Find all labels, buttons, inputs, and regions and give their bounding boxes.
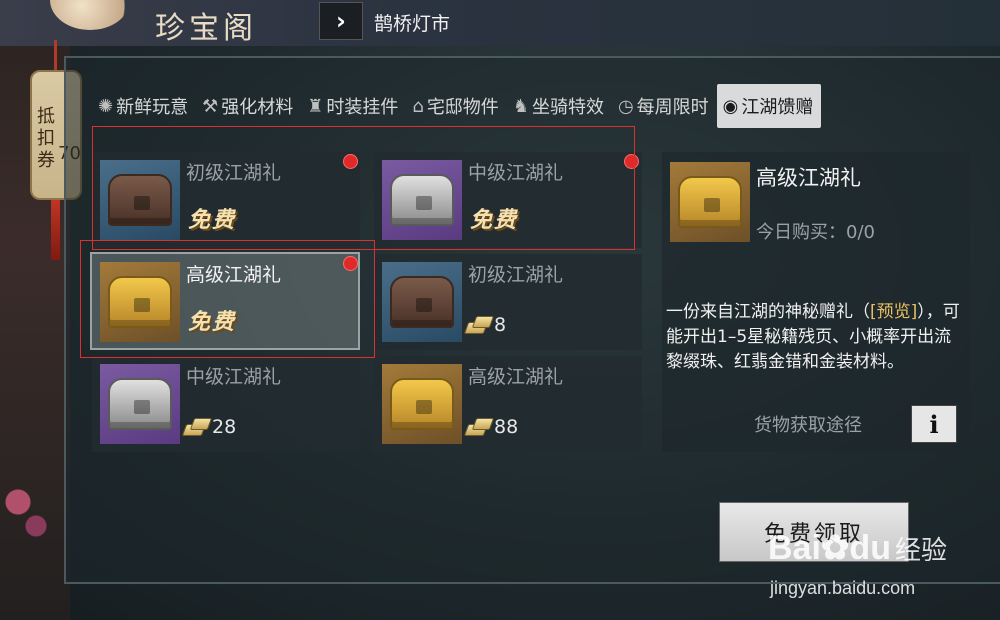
tab-label: 强化材料 bbox=[221, 97, 294, 118]
tab-house[interactable]: ⌂ 宅邸物件 bbox=[406, 84, 506, 128]
page-title: 珍宝阁 bbox=[155, 11, 257, 46]
header-bar bbox=[0, 0, 1000, 46]
robe-icon: ♜ bbox=[307, 95, 324, 117]
tab-label: 每周限时 bbox=[636, 97, 709, 118]
item-name: 初级江湖礼 bbox=[468, 264, 564, 286]
ingot-icon bbox=[184, 418, 210, 436]
tab-label: 新鲜玩意 bbox=[116, 97, 189, 118]
flowers-decoration bbox=[0, 470, 60, 550]
stopwatch-icon: ◷ bbox=[617, 95, 634, 117]
annotation-box bbox=[92, 126, 635, 250]
tab-label: 时装挂件 bbox=[326, 97, 399, 118]
coupon-tassel bbox=[51, 200, 60, 260]
source-label: 货物获取途径 bbox=[754, 415, 862, 436]
tab-gifts[interactable]: ◉ 江湖馈赠 bbox=[716, 84, 822, 128]
tab-fashion[interactable]: ♜ 时装挂件 bbox=[301, 84, 406, 128]
tab-materials[interactable]: ⚒ 强化材料 bbox=[196, 84, 301, 128]
item-name: 中级江湖礼 bbox=[186, 366, 282, 388]
sparkle-icon: ✺ bbox=[98, 95, 114, 117]
chest-icon bbox=[670, 162, 750, 242]
hammer-icon: ⚒ bbox=[202, 95, 219, 117]
house-icon: ⌂ bbox=[412, 95, 424, 117]
tab-new-items[interactable]: ✺ 新鲜玩意 bbox=[92, 84, 196, 128]
chevron-right-icon[interactable]: › bbox=[319, 2, 363, 40]
baidu-watermark: Bai✿du 经验 bbox=[768, 528, 947, 568]
info-button[interactable]: i bbox=[911, 405, 957, 443]
item-card[interactable]: 初级江湖礼 8 bbox=[374, 254, 642, 350]
price-value: 88 bbox=[494, 416, 519, 438]
watermark-logo: Bai bbox=[768, 529, 821, 567]
purchase-count: 今日购买：0/0 bbox=[756, 222, 875, 243]
ingot-icon bbox=[466, 418, 492, 436]
annotation-box bbox=[80, 240, 375, 358]
tab-mount[interactable]: ♞ 坐骑特效 bbox=[507, 84, 612, 128]
item-name: 高级江湖礼 bbox=[468, 366, 564, 388]
chest-icon bbox=[382, 262, 462, 342]
tab-label: 宅邸物件 bbox=[426, 97, 499, 118]
horse-icon: ♞ bbox=[512, 95, 529, 117]
item-price: 88 bbox=[466, 416, 518, 438]
item-price: 28 bbox=[184, 416, 236, 438]
item-description: 一份来自江湖的神秘赠礼（[预览]），可能开出1–5星秘籍残页、小概率开出流黎缀珠… bbox=[666, 300, 966, 375]
coupon-label: 抵扣券 bbox=[37, 106, 55, 171]
ingot-icon bbox=[466, 316, 492, 334]
item-price: 8 bbox=[466, 314, 506, 336]
detail-item-name: 高级江湖礼 bbox=[756, 166, 861, 190]
item-card[interactable]: 高级江湖礼 88 bbox=[374, 356, 642, 452]
chest-icon bbox=[382, 364, 462, 444]
tab-weekly[interactable]: ◷ 每周限时 bbox=[612, 84, 717, 128]
price-value: 8 bbox=[494, 314, 507, 336]
chest-icon bbox=[100, 364, 180, 444]
tab-label: 江湖馈赠 bbox=[741, 97, 814, 118]
watermark-url: jingyan.baidu.com bbox=[770, 578, 916, 598]
desc-text: 一份来自江湖的神秘赠礼（ bbox=[666, 302, 870, 322]
coupon-string bbox=[54, 40, 57, 72]
category-tabs: ✺ 新鲜玩意 ⚒ 强化材料 ♜ 时装挂件 ⌂ 宅邸物件 ♞ 坐骑特效 ◷ 每周限时 ◉ 江湖馈… bbox=[92, 84, 822, 128]
target-icon: ◉ bbox=[722, 95, 739, 117]
nav-link-market[interactable]: 鹊桥灯市 bbox=[374, 9, 450, 36]
preview-link[interactable]: [预览] bbox=[870, 302, 917, 322]
paw-icon: ✿ bbox=[820, 529, 850, 567]
tab-label: 坐骑特效 bbox=[531, 97, 604, 118]
item-card[interactable]: 中级江湖礼 28 bbox=[92, 356, 360, 452]
price-value: 28 bbox=[212, 416, 237, 438]
watermark-logo-tail: du bbox=[849, 529, 891, 567]
watermark-sub: 经验 bbox=[894, 535, 947, 565]
